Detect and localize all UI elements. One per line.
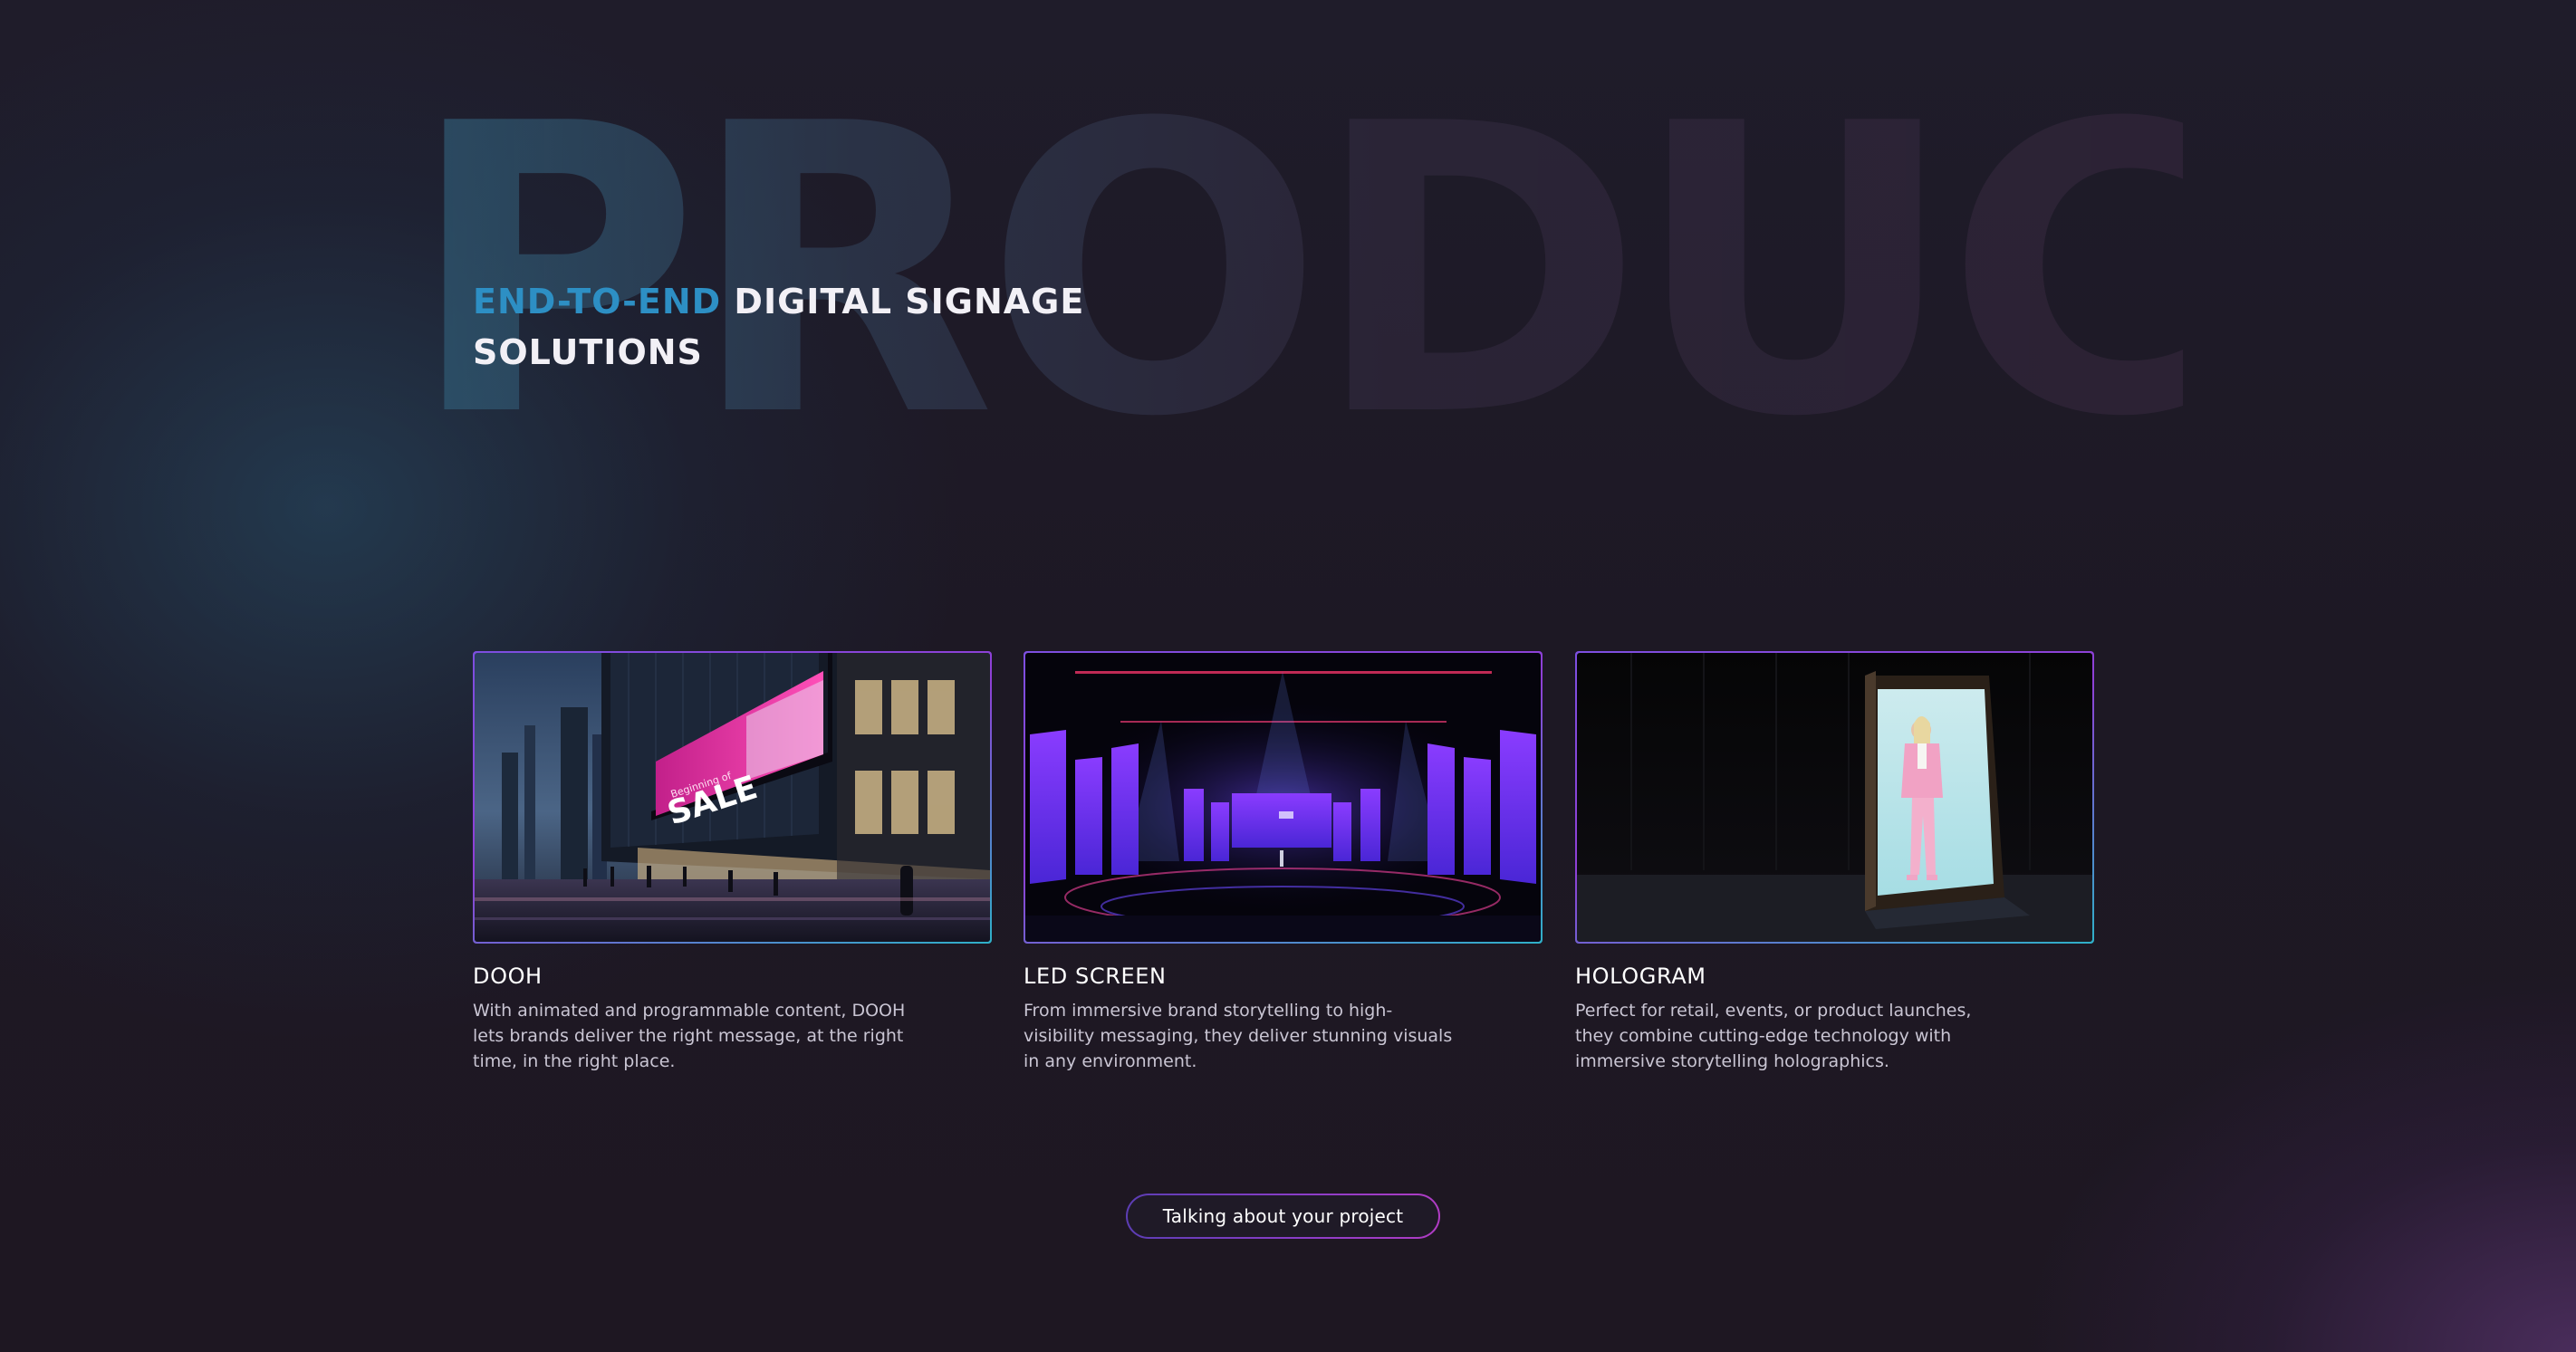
dooh-street-image: Beginning of SALE (475, 653, 990, 942)
headline-accent: END-TO-END (473, 282, 722, 321)
card-led-screen-title: LED SCREEN (1024, 964, 1167, 989)
card-hologram-title: HOLOGRAM (1575, 964, 1706, 989)
card-dooh-title: DOOH (473, 964, 543, 989)
card-dooh[interactable]: Beginning of SALE DOOH With animated and… (473, 651, 992, 1074)
talk-project-button-label: Talking about your project (1128, 1195, 1438, 1237)
hologram-box-image (1577, 653, 2092, 942)
product-watermark: PRODUCT (408, 109, 2183, 435)
card-hologram[interactable]: HOLOGRAM Perfect for retail, events, or … (1575, 651, 2094, 1074)
card-hologram-image[interactable] (1575, 651, 2094, 944)
product-cards: Beginning of SALE DOOH With animated and… (473, 651, 2094, 1077)
card-led-screen-image[interactable] (1024, 651, 1543, 944)
headline-rest: DIGITAL SIGNAGE (721, 282, 1085, 321)
led-stage-image (1025, 653, 1541, 942)
card-dooh-image[interactable]: Beginning of SALE (473, 651, 992, 944)
headline-line2: SOLUTIONS (473, 332, 703, 372)
talk-project-button[interactable]: Talking about your project (1126, 1194, 1440, 1239)
card-hologram-description: Perfect for retail, events, or product l… (1575, 1001, 1972, 1071)
hero-headline: END-TO-END DIGITAL SIGNAGE SOLUTIONS (473, 276, 1161, 378)
card-dooh-description: With animated and programmable content, … (473, 1001, 906, 1071)
card-led-screen[interactable]: LED SCREEN From immersive brand storytel… (1024, 651, 1543, 1074)
card-led-screen-description: From immersive brand storytelling to hig… (1024, 1001, 1453, 1071)
